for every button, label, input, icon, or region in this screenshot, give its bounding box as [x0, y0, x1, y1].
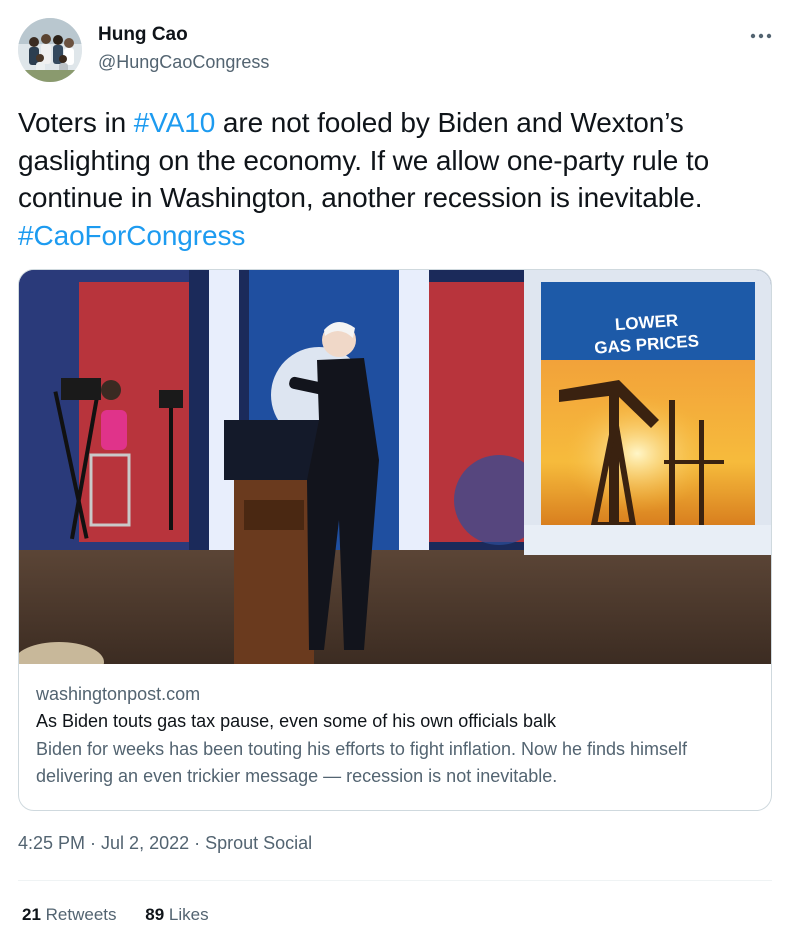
more-horizontal-icon[interactable]	[750, 22, 772, 42]
separator: ·	[85, 833, 102, 853]
retweets-count: 21	[22, 905, 41, 924]
card-image-scene: LOWER GAS PRICES	[19, 270, 771, 664]
tweet-header: Hung Cao @HungCaoCongress	[18, 16, 772, 86]
tweet-date[interactable]: Jul 2, 2022	[101, 833, 189, 853]
likes-label: Likes	[168, 905, 209, 924]
separator: ·	[189, 833, 206, 853]
tweet-text: Voters in #VA10 are not fooled by Biden …	[18, 104, 770, 254]
avatar[interactable]	[18, 18, 82, 82]
author-handle[interactable]: @HungCaoCongress	[98, 52, 269, 73]
divider	[18, 880, 772, 881]
likes-stat[interactable]: 89 Likes	[145, 905, 208, 925]
tweet-timestamp: 4:25 PM · Jul 2, 2022 · Sprout Social	[18, 833, 312, 854]
author-name[interactable]: Hung Cao	[98, 24, 188, 46]
avatar-photo	[18, 18, 82, 82]
tweet-text-part: Voters in	[18, 107, 134, 138]
card-title[interactable]: As Biden touts gas tax pause, even some …	[36, 711, 754, 732]
card-image[interactable]: LOWER GAS PRICES	[19, 270, 771, 664]
retweets-label: Retweets	[45, 905, 117, 924]
likes-count: 89	[145, 905, 165, 924]
link-card[interactable]: LOWER GAS PRICES washingtonpost.com As B…	[18, 269, 772, 811]
hashtag-link[interactable]: #VA10	[134, 107, 216, 138]
more-horizontal-icon-glyph	[750, 33, 772, 39]
tweet-source[interactable]: Sprout Social	[205, 833, 312, 853]
hashtag-link[interactable]: #CaoForCongress	[18, 220, 245, 251]
card-domain[interactable]: washingtonpost.com	[36, 684, 754, 705]
tweet-stats: 21 Retweets 89 Likes	[22, 905, 233, 925]
tweet-time[interactable]: 4:25 PM	[18, 833, 85, 853]
card-meta: washingtonpost.com As Biden touts gas ta…	[36, 684, 754, 790]
card-description: Biden for weeks has been touting his eff…	[36, 739, 688, 786]
retweets-stat[interactable]: 21 Retweets	[22, 905, 117, 925]
